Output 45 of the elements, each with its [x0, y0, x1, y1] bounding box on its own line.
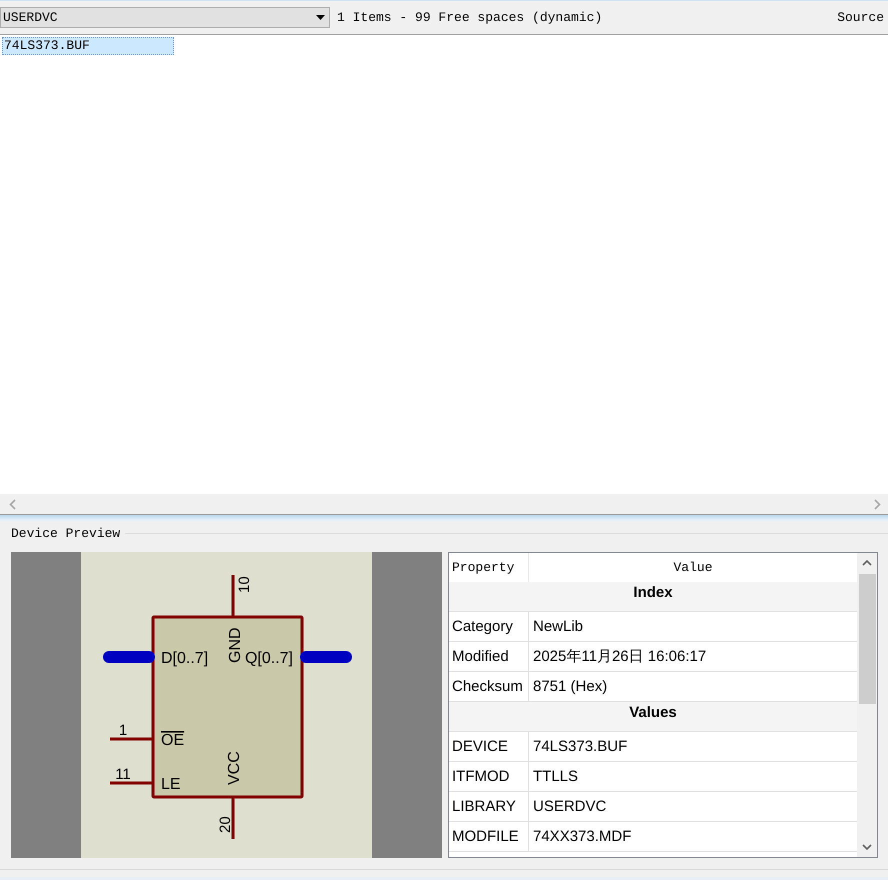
property-name: Checksum [452, 678, 523, 695]
property-name: ITFMOD [452, 768, 510, 785]
group-title: Device Preview [11, 526, 120, 540]
scrollbar-thumb[interactable] [858, 574, 876, 704]
property-value: 74XX373.MDF [533, 828, 632, 845]
pin-line [232, 575, 234, 617]
property-value: 8751 (Hex) [533, 678, 608, 695]
scroll-down-icon[interactable] [862, 844, 872, 850]
pin-number: 11 [115, 766, 131, 783]
scroll-left-icon[interactable] [9, 498, 16, 510]
property-name: MODFILE [452, 828, 519, 845]
property-value: USERDVC [533, 798, 606, 815]
pin-number: 1 [118, 722, 128, 739]
scroll-up-icon[interactable] [862, 560, 872, 566]
section-header: Index [449, 582, 857, 612]
pin-line [232, 797, 234, 839]
property-name: DEVICE [452, 738, 508, 755]
pin-number: 10 [236, 576, 253, 593]
column-header[interactable]: Source [837, 10, 884, 25]
pin-label: Q[0..7] [244, 650, 293, 667]
pin-line [110, 738, 153, 740]
pin-number: 20 [217, 816, 234, 833]
device-list-item[interactable]: 74LS373.BUF [2, 37, 174, 55]
property-value: NewLib [533, 618, 584, 635]
scroll-right-icon[interactable] [874, 498, 881, 510]
property-name: Category [452, 618, 513, 635]
pin-label: OE [161, 732, 184, 749]
pin-line [110, 782, 153, 784]
section-header: Values [449, 702, 857, 732]
pin-label: D[0..7] [161, 650, 208, 667]
bus-line [103, 651, 155, 663]
dropdown-caret-icon [316, 15, 325, 20]
pin-label: VCC [226, 751, 243, 785]
property-value: 2025年11月26日 16:06:17 [533, 647, 706, 666]
library-dropdown[interactable]: USERDVC [0, 7, 330, 28]
pin-label: GND [227, 627, 244, 663]
pin-label: LE [161, 776, 181, 793]
bus-line [300, 651, 352, 663]
item-count-label: 1 Items - 99 Free spaces (dynamic) [337, 10, 602, 25]
property-name: Modified [452, 648, 509, 665]
splitter-bar[interactable] [0, 514, 888, 522]
property-value: 74LS373.BUF [533, 738, 628, 755]
property-value: TTLLS [533, 768, 578, 785]
property-name: LIBRARY [452, 798, 516, 815]
column-header[interactable]: Value [529, 553, 857, 582]
